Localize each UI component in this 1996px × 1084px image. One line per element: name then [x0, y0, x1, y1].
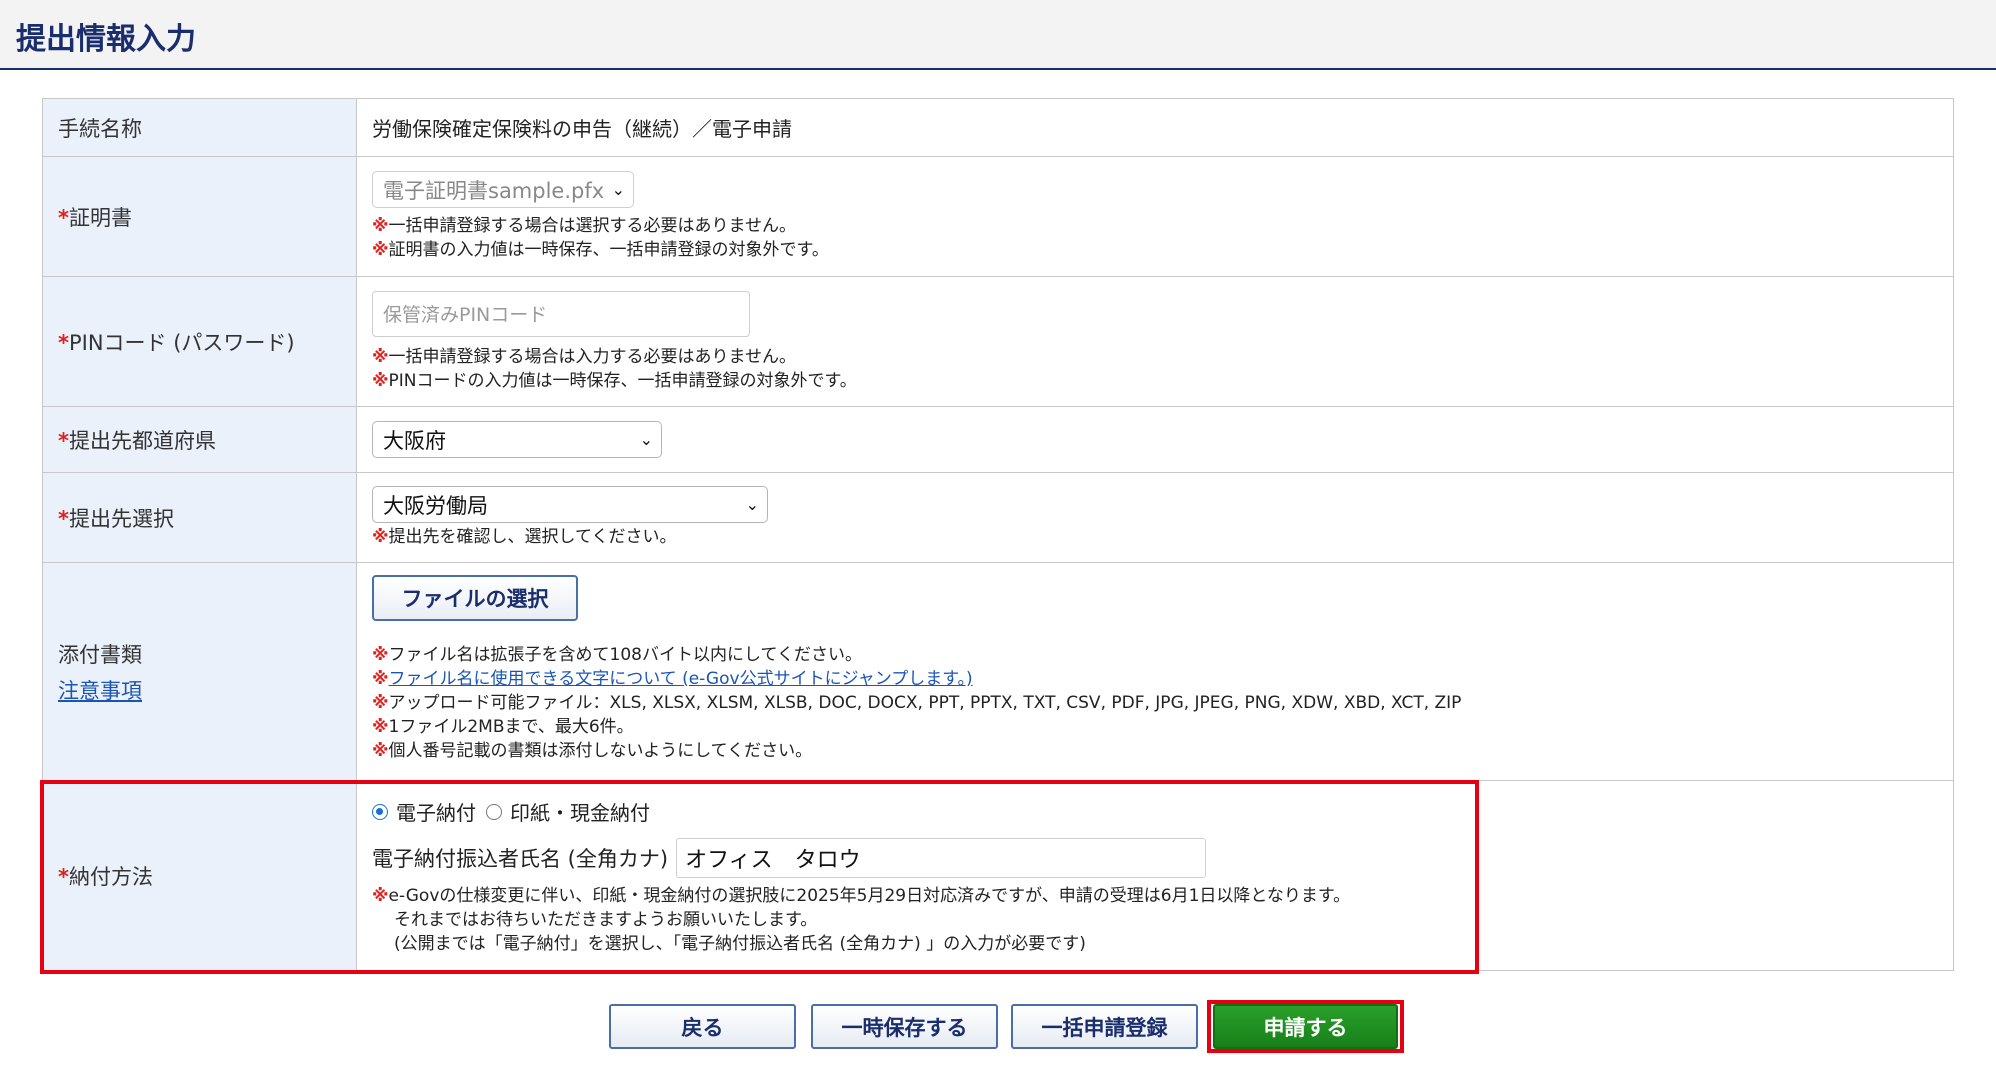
- back-button[interactable]: 戻る: [609, 1004, 796, 1049]
- temp-save-button[interactable]: 一時保存する: [811, 1004, 998, 1049]
- apply-highlight-frame: 申請する: [1207, 1000, 1404, 1053]
- row-attachments: 添付書類 注意事項 ファイルの選択 ※ファイル名は拡張子を含めて108バイト以内…: [42, 562, 1954, 781]
- page-header: 提出情報入力: [0, 0, 1996, 70]
- caution-link[interactable]: 注意事項: [58, 679, 142, 703]
- destination-select[interactable]: 大阪労働局 ⌄: [372, 486, 768, 523]
- chevron-down-icon: ⌄: [639, 430, 653, 449]
- label-procedure: 手続名称: [42, 98, 357, 157]
- filename-chars-link[interactable]: ファイル名に使用できる文字について (e-Gov公式サイトにジャンプします。): [389, 669, 973, 689]
- row-pin: *PINコード (パスワード) 保管済みPINコード ※一括申請登録する場合は入…: [42, 276, 1954, 407]
- row-prefecture: *提出先都道府県 大阪府 ⌄: [42, 406, 1954, 473]
- payment-method-radios: 電子納付 印紙・現金納付: [372, 797, 1953, 826]
- certificate-select[interactable]: 電子証明書sample.pfx ⌄: [372, 171, 634, 208]
- destination-note: ※提出先を確認し、選択してください。: [372, 527, 677, 547]
- prefecture-select[interactable]: 大阪府 ⌄: [372, 421, 662, 458]
- payer-name-label: 電子納付振込者氏名 (全角カナ): [372, 847, 669, 871]
- row-procedure: 手続名称 労働保険確定保険料の申告（継続）／電子申請: [42, 98, 1954, 157]
- label-pin: *PINコード (パスワード): [42, 276, 357, 407]
- certificate-notes: ※一括申請登録する場合は選択する必要はありません。 ※証明書の入力値は一時保存、…: [372, 216, 829, 260]
- pin-notes: ※一括申請登録する場合は入力する必要はありません。 ※PINコードの入力値は一時…: [372, 346, 857, 391]
- chevron-down-icon: ⌄: [611, 180, 625, 199]
- label-payment: *納付方法: [42, 780, 357, 971]
- label-certificate: *証明書: [42, 156, 357, 277]
- attachment-notes: ※ファイル名は拡張子を含めて108バイト以内にしてください。 ※ファイル名に使用…: [372, 645, 1462, 761]
- row-destination: *提出先選択 大阪労働局 ⌄ ※提出先を確認し、選択してください。: [42, 472, 1954, 563]
- label-prefecture: *提出先都道府県: [42, 406, 357, 473]
- required-mark: *: [58, 205, 69, 230]
- procedure-name: 労働保険確定保険料の申告（継続）／電子申請: [356, 98, 1954, 157]
- file-select-button[interactable]: ファイルの選択: [372, 575, 578, 621]
- bulk-register-button[interactable]: 一括申請登録: [1011, 1004, 1198, 1049]
- payer-name-input[interactable]: オフィス タロウ: [676, 838, 1207, 878]
- label-destination: *提出先選択: [42, 472, 357, 563]
- pin-input[interactable]: 保管済みPINコード: [372, 290, 750, 337]
- label-attachments: 添付書類 注意事項: [42, 562, 357, 781]
- chevron-down-icon: ⌄: [745, 495, 759, 514]
- row-certificate: *証明書 電子証明書sample.pfx ⌄ ※一括申請登録する場合は選択する必要…: [42, 156, 1954, 277]
- page-title: 提出情報入力: [16, 22, 196, 57]
- row-payment: *納付方法 電子納付 印紙・現金納付 電子納付振込者氏名 (全角カナ) オフィス…: [42, 780, 1954, 971]
- payment-notes: ※e-Govの仕様変更に伴い、印紙・現金納付の選択肢に2025年5月29日対応済…: [372, 886, 1351, 954]
- apply-button[interactable]: 申請する: [1213, 1004, 1398, 1049]
- payer-name-row: 電子納付振込者氏名 (全角カナ) オフィス タロウ: [372, 838, 1953, 878]
- radio-electronic-payment[interactable]: [372, 803, 388, 820]
- submission-form: 手続名称 労働保険確定保険料の申告（継続）／電子申請 *証明書 電子証明書sam…: [42, 98, 1954, 971]
- radio-stamp-cash-payment[interactable]: [486, 803, 502, 820]
